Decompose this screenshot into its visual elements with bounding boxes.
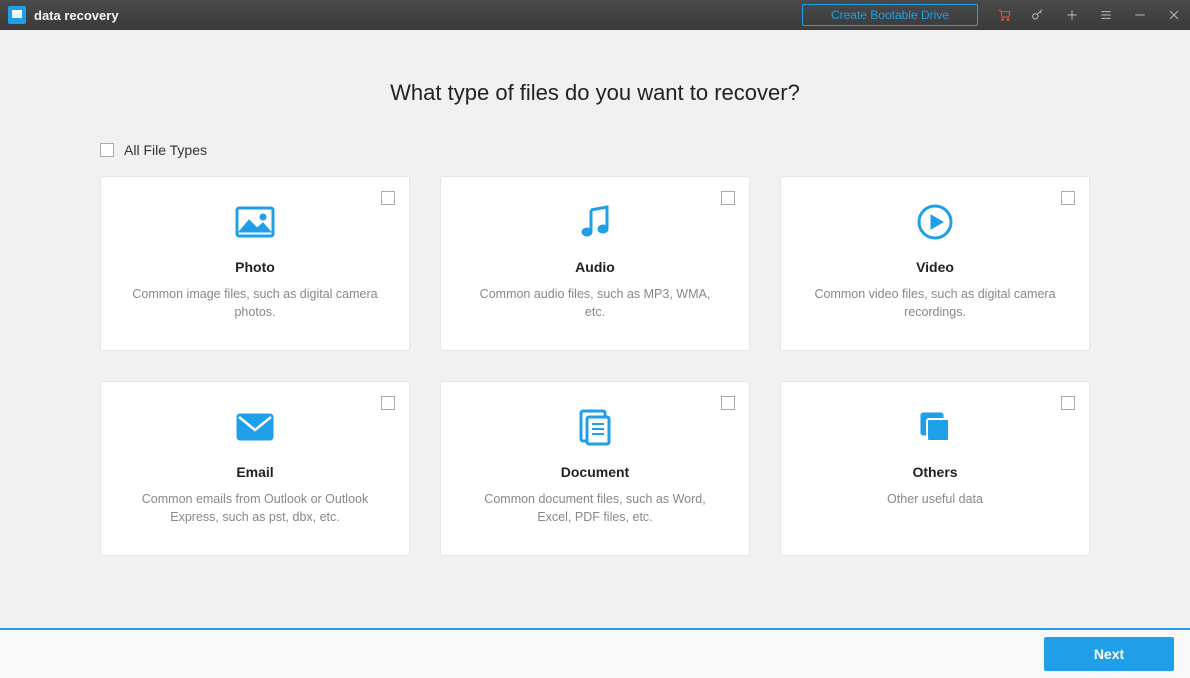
card-title: Email — [121, 464, 389, 480]
minimize-icon[interactable] — [1132, 7, 1148, 23]
card-title: Photo — [121, 259, 389, 275]
key-icon[interactable] — [1030, 7, 1046, 23]
plus-icon[interactable] — [1064, 7, 1080, 23]
next-button[interactable]: Next — [1044, 637, 1174, 671]
card-email[interactable]: Email Common emails from Outlook or Outl… — [100, 381, 410, 556]
card-desc: Common audio files, such as MP3, WMA, et… — [461, 285, 729, 321]
card-document[interactable]: Document Common document files, such as … — [440, 381, 750, 556]
close-icon[interactable] — [1166, 7, 1182, 23]
card-others[interactable]: Others Other useful data — [780, 381, 1090, 556]
card-title: Document — [461, 464, 729, 480]
card-title: Audio — [461, 259, 729, 275]
card-checkbox[interactable] — [381, 191, 395, 205]
file-type-grid: Photo Common image files, such as digita… — [100, 176, 1090, 556]
titlebar-right: Create Bootable Drive — [802, 4, 1182, 26]
menu-icon[interactable] — [1098, 7, 1114, 23]
card-checkbox[interactable] — [381, 396, 395, 410]
cart-icon[interactable] — [996, 7, 1012, 23]
email-icon — [121, 404, 389, 450]
main-area: What type of files do you want to recove… — [0, 30, 1190, 628]
audio-icon — [461, 199, 729, 245]
photo-icon — [121, 199, 389, 245]
card-title: Others — [801, 464, 1069, 480]
page-heading: What type of files do you want to recove… — [60, 80, 1130, 106]
card-checkbox[interactable] — [1061, 191, 1075, 205]
document-icon — [461, 404, 729, 450]
card-title: Video — [801, 259, 1069, 275]
app-logo-icon — [8, 6, 26, 24]
all-file-types-label: All File Types — [124, 142, 207, 158]
create-bootable-drive-button[interactable]: Create Bootable Drive — [802, 4, 978, 26]
card-audio[interactable]: Audio Common audio files, such as MP3, W… — [440, 176, 750, 351]
checkbox-icon — [100, 143, 114, 157]
app-title: data recovery — [34, 8, 119, 23]
video-icon — [801, 199, 1069, 245]
card-desc: Other useful data — [801, 490, 1069, 508]
others-icon — [801, 404, 1069, 450]
card-checkbox[interactable] — [1061, 396, 1075, 410]
card-desc: Common image files, such as digital came… — [121, 285, 389, 321]
all-file-types-checkbox[interactable]: All File Types — [100, 142, 1130, 158]
card-checkbox[interactable] — [721, 396, 735, 410]
card-checkbox[interactable] — [721, 191, 735, 205]
card-video[interactable]: Video Common video files, such as digita… — [780, 176, 1090, 351]
card-desc: Common video files, such as digital came… — [801, 285, 1069, 321]
footer-bar: Next — [0, 628, 1190, 678]
card-desc: Common emails from Outlook or Outlook Ex… — [121, 490, 389, 526]
card-desc: Common document files, such as Word, Exc… — [461, 490, 729, 526]
card-photo[interactable]: Photo Common image files, such as digita… — [100, 176, 410, 351]
titlebar: data recovery Create Bootable Drive — [0, 0, 1190, 30]
